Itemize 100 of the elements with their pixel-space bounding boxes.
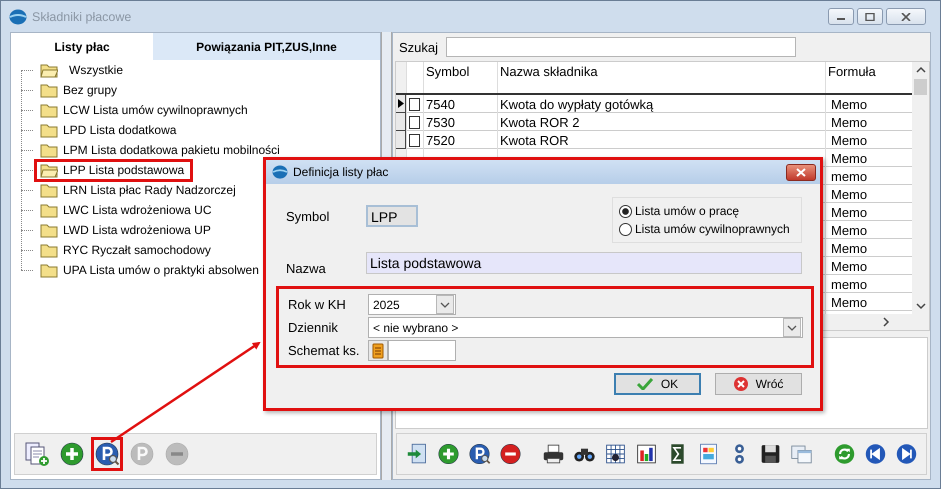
tree-item[interactable]: UPA Lista umów o praktyki absolwen [34, 258, 268, 282]
table-cell: Kwota ROR [500, 132, 569, 148]
window-title: Składniki płacowe [32, 10, 132, 24]
app-logo-icon [272, 165, 288, 179]
table-cell: memo [831, 276, 868, 292]
folder-icon [40, 102, 58, 118]
search-label: Szukaj [399, 40, 438, 54]
table-cell: Memo [831, 204, 868, 220]
tree-item[interactable]: LPP Lista podstawowa [34, 158, 194, 182]
tab[interactable]: Powiązania PIT,ZUS,Inne [153, 33, 380, 60]
column-header[interactable]: Symbol [423, 62, 497, 95]
checkmark-icon [636, 378, 653, 390]
scrollbar-thumb[interactable] [914, 79, 927, 95]
vertical-scrollbar[interactable] [912, 62, 929, 330]
table-cell: Memo [831, 96, 868, 112]
chevron-down-icon [916, 303, 926, 310]
table-cell: 7540 [426, 96, 455, 112]
table-cell: Memo [831, 258, 868, 274]
folder-icon [40, 62, 58, 78]
radio-label: Lista umów o pracę [635, 204, 740, 218]
close-icon [796, 168, 806, 176]
symbol-field[interactable]: LPP [366, 205, 418, 227]
row-header[interactable] [396, 113, 406, 131]
journal-dropdown[interactable]: < nie wybrano > [368, 317, 803, 338]
search-field[interactable] [446, 37, 796, 57]
checkbox[interactable] [409, 134, 420, 146]
table-cell: 7530 [426, 114, 455, 130]
radio-button[interactable] [619, 222, 632, 236]
picker-button[interactable] [368, 340, 388, 361]
maximize-icon [865, 12, 875, 20]
cancel-icon [734, 377, 748, 391]
row-header[interactable] [396, 131, 406, 149]
table-cell: Memo [831, 150, 868, 166]
folder-icon [40, 142, 58, 158]
table-cell: Memo [831, 114, 868, 130]
app-logo-icon [9, 8, 27, 24]
folder-icon [40, 222, 58, 238]
row-header[interactable] [396, 95, 406, 113]
column-header[interactable]: Nazwa składnika [497, 62, 825, 95]
radio-option[interactable]: Lista umów cywilnoprawnych [619, 220, 795, 238]
list-icon [372, 342, 384, 358]
table-cell: memo [831, 168, 868, 184]
table-cell: Memo [831, 222, 868, 238]
sheets-add-icon [24, 441, 50, 467]
p-letter-icon [129, 441, 155, 467]
field-label: Symbol [286, 208, 330, 224]
field-label: Dziennik [288, 320, 339, 335]
table-cell: Memo [831, 240, 868, 256]
close-button[interactable] [886, 8, 926, 25]
cancel-button[interactable]: Wróć [715, 373, 802, 395]
field-label: Schemat ks. [288, 343, 361, 358]
scheme-field[interactable] [388, 340, 456, 361]
table-cell: Memo [831, 132, 868, 148]
folder-icon [40, 242, 58, 258]
table-cell: Kwota do wypłaty gotówką [500, 96, 654, 112]
radio-button[interactable] [619, 204, 632, 218]
column-header[interactable]: Formuła [825, 62, 912, 95]
magnifier-icon [468, 441, 491, 467]
table-cell: Kwota ROR 2 [500, 114, 580, 130]
checkbox[interactable] [409, 98, 420, 110]
chevron-up-icon [916, 66, 926, 73]
close-button[interactable] [786, 164, 816, 180]
chevron-right-icon [883, 317, 890, 327]
field-label: Rok w KH [288, 297, 347, 312]
folder-icon [40, 262, 58, 278]
ok-button[interactable]: OK [614, 373, 701, 395]
folder-icon [40, 162, 58, 178]
minimize-button[interactable] [828, 8, 854, 25]
document-icon [697, 441, 720, 467]
folder-icon [40, 82, 58, 98]
tree-item[interactable]: Wszystkie [34, 58, 132, 82]
table-cell: Memo [831, 294, 868, 310]
radio-label: Lista umów cywilnoprawnych [635, 222, 790, 236]
tree-item[interactable]: LPD Lista dodatkowa [34, 118, 186, 142]
current-row-icon [398, 99, 404, 108]
folder-icon [40, 182, 58, 198]
tree-item[interactable]: Bez grupy [34, 78, 126, 102]
year-dropdown[interactable]: 2025 [368, 294, 456, 315]
tree-item[interactable]: LRN Lista płac Rady Nadzorczej [34, 178, 245, 202]
tree-item[interactable]: LWD Lista wdrożeniowa UP [34, 218, 220, 242]
folder-icon [40, 122, 58, 138]
close-icon [901, 12, 911, 20]
tree-item[interactable]: LPM Lista dodatkowa pakietu mobilności [34, 138, 289, 162]
chevron-down-icon [440, 302, 450, 308]
toolbar-button[interactable] [91, 437, 123, 471]
name-field[interactable]: Lista podstawowa [366, 252, 802, 274]
folder-icon [40, 202, 58, 218]
table-cell: Memo [831, 186, 868, 202]
checkbox[interactable] [409, 116, 420, 128]
table-cell: 7520 [426, 132, 455, 148]
radio-option[interactable]: Lista umów o pracę [619, 202, 795, 220]
tree-item[interactable]: LCW Lista umów cywilnoprawnych [34, 98, 257, 122]
tree-item[interactable]: RYC Ryczałt samochodowy [34, 238, 220, 262]
maximize-button[interactable] [857, 8, 883, 25]
magnifier-icon [94, 441, 120, 467]
minus-icon [499, 441, 522, 467]
tree-item[interactable]: LWC Lista wdrożeniowa UC [34, 198, 220, 222]
field-label: Nazwa [286, 260, 327, 276]
plus-icon [59, 441, 85, 467]
minus-icon [164, 441, 190, 467]
